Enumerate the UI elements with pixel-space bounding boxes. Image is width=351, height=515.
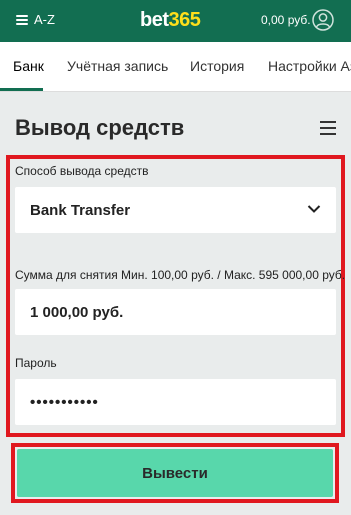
password-input[interactable]: ••••••••••• xyxy=(15,379,336,425)
password-value: ••••••••••• xyxy=(30,394,99,411)
password-label: Пароль xyxy=(15,356,57,370)
page-title: Вывод средств xyxy=(15,115,185,140)
hamburger-icon xyxy=(16,14,28,25)
top-bar: A-Z bet365 0,00 руб. xyxy=(0,0,351,42)
withdraw-method-label: Способ вывода средств xyxy=(15,164,149,178)
az-menu-label: A-Z xyxy=(34,12,55,27)
user-account-icon[interactable] xyxy=(312,9,334,31)
active-tab-indicator xyxy=(0,88,43,91)
account-tabs: Банк Учётная запись История Настройки Аз xyxy=(0,42,351,92)
tab-settings[interactable]: Настройки Аз xyxy=(268,58,351,74)
withdraw-button[interactable]: Вывести xyxy=(17,449,333,497)
logo-text-main: bet xyxy=(140,9,169,31)
amount-input[interactable]: 1 000,00 руб. xyxy=(15,289,336,335)
tab-history[interactable]: История xyxy=(190,58,244,74)
amount-value: 1 000,00 руб. xyxy=(30,304,124,321)
balance-display[interactable]: 0,00 руб. xyxy=(261,13,311,27)
tab-account[interactable]: Учётная запись xyxy=(67,58,168,74)
tab-bank[interactable]: Банк xyxy=(13,58,44,74)
list-menu-icon[interactable] xyxy=(320,121,336,135)
bet365-logo[interactable]: bet365 xyxy=(140,9,201,32)
az-menu-button[interactable]: A-Z xyxy=(16,12,55,27)
withdraw-method-value: Bank Transfer xyxy=(30,202,131,219)
logo-text-number: 365 xyxy=(168,9,201,31)
chevron-down-icon xyxy=(307,205,321,213)
withdraw-method-select[interactable]: Bank Transfer xyxy=(15,187,336,233)
amount-label: Сумма для снятия Мин. 100,00 руб. / Макс… xyxy=(15,268,346,282)
